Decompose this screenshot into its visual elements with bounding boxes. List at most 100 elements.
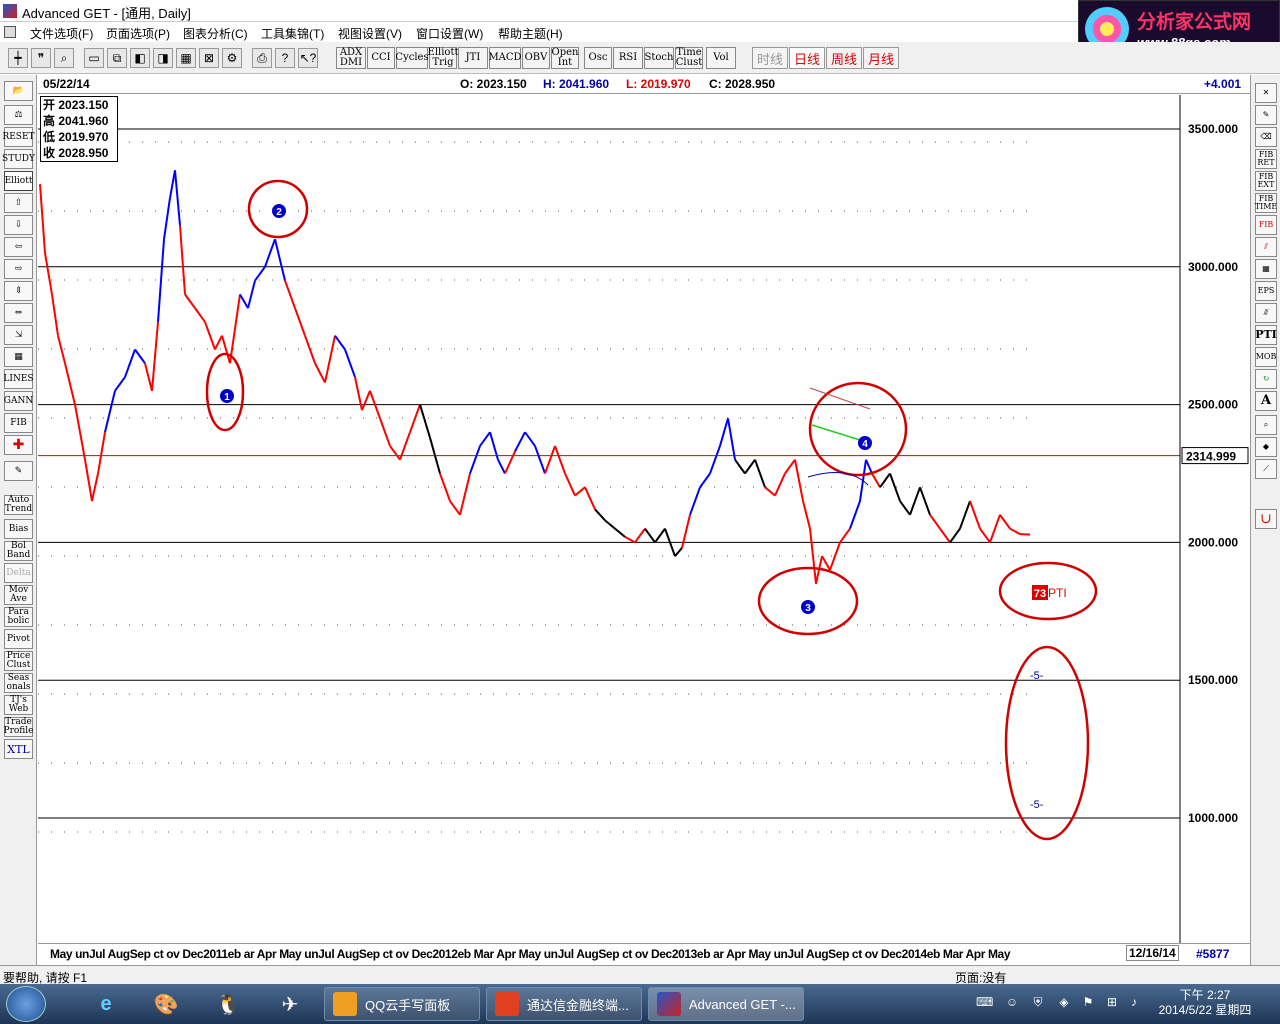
- security-icon[interactable]: ◈: [1056, 995, 1072, 1011]
- tool-tjs-web[interactable]: TJ's Web: [4, 695, 33, 715]
- tool-mob[interactable]: MOB: [1255, 347, 1277, 367]
- next-page-icon[interactable]: ◨: [153, 48, 173, 68]
- taskbar-app-qq-handwriting[interactable]: QQ云手写面板: [324, 987, 480, 1021]
- tool-bol-band[interactable]: Bol Band: [4, 541, 33, 561]
- paint-icon[interactable]: ◆: [1255, 437, 1277, 457]
- grid-icon[interactable]: ▦: [4, 347, 33, 367]
- bird-icon[interactable]: ✈: [264, 987, 316, 1021]
- crosshair-icon[interactable]: ✚: [4, 435, 33, 455]
- indicator-open-int[interactable]: Open Int: [551, 47, 579, 69]
- indicator-cci[interactable]: CCI: [367, 47, 395, 69]
- indicator-adx-dmi[interactable]: ADX DMI: [336, 47, 366, 69]
- pin-icon[interactable]: ┿: [8, 48, 28, 68]
- open-folder-icon[interactable]: 📂: [4, 81, 33, 101]
- taskbar-app-tdx[interactable]: 通达信金融终端...: [486, 987, 642, 1021]
- tool-gann[interactable]: GANN: [4, 391, 33, 411]
- indicator-macd[interactable]: MACD: [488, 47, 522, 69]
- indicator-obv[interactable]: OBV: [522, 47, 550, 69]
- tool-xtl[interactable]: XTL: [4, 739, 33, 759]
- magnify-icon[interactable]: ⌕: [1255, 415, 1277, 435]
- indicator-jti[interactable]: JTI: [458, 47, 488, 69]
- pencil-icon[interactable]: ✎: [1255, 105, 1277, 125]
- tool-trade-profile[interactable]: Trade Profile: [4, 717, 34, 737]
- copy-page-icon[interactable]: ⧉: [107, 48, 127, 68]
- tool-fib-circle[interactable]: FIB: [1255, 215, 1277, 235]
- menu-view[interactable]: 视图设置(V): [338, 25, 402, 42]
- clock[interactable]: 下午 2:27 2014/5/22 星期四: [1150, 988, 1260, 1018]
- expand-icon[interactable]: ⇔: [4, 303, 33, 323]
- print-icon[interactable]: ⎙: [252, 48, 272, 68]
- edit-icon[interactable]: ✎: [4, 461, 33, 481]
- period-hourly[interactable]: 时线: [752, 47, 788, 69]
- tool-seasonals[interactable]: Seas onals: [4, 673, 33, 693]
- arrow-down-icon[interactable]: ⇩: [4, 215, 33, 235]
- layout-icon[interactable]: ▦: [176, 48, 196, 68]
- quote-icon[interactable]: ❞: [31, 48, 51, 68]
- tool-reset[interactable]: RESET: [2, 127, 35, 147]
- indicator-elliott-trig[interactable]: Elliott Trig: [428, 47, 458, 69]
- qq-icon[interactable]: 🐧: [202, 987, 254, 1021]
- indicator-osc[interactable]: Osc: [584, 47, 612, 69]
- compress-icon[interactable]: ⇕: [4, 281, 33, 301]
- tool-elliott[interactable]: Elliott: [4, 171, 33, 191]
- document-icon[interactable]: [4, 26, 16, 38]
- network-icon[interactable]: ⊞: [1104, 995, 1120, 1011]
- tool-price-clust[interactable]: Price Clust: [4, 651, 33, 671]
- arrow-up-icon[interactable]: ⇧: [4, 193, 33, 213]
- price-chart[interactable]: 2 1 4 3 73 PTI -5- -5- 3500.000 3000.000 2500.000…: [38, 95, 1250, 943]
- paint-app-icon[interactable]: 🎨: [140, 987, 192, 1021]
- settings-page-icon[interactable]: ⚙: [222, 48, 242, 68]
- tool-delta[interactable]: Delta: [4, 563, 33, 583]
- prev-page-icon[interactable]: ◧: [130, 48, 150, 68]
- eraser-icon[interactable]: ⌫: [1255, 127, 1277, 147]
- tool-lines[interactable]: LINES: [3, 369, 34, 389]
- indicator-vol[interactable]: Vol: [706, 47, 736, 69]
- arrow-left-icon[interactable]: ⇦: [4, 237, 33, 257]
- tool-fib-ret[interactable]: FIB RET: [1255, 149, 1277, 169]
- volume-icon[interactable]: ♪: [1126, 995, 1142, 1011]
- scale-icon[interactable]: ⚖: [4, 105, 33, 125]
- menu-window[interactable]: 窗口设置(W): [416, 25, 483, 42]
- taskbar-app-advanced-get[interactable]: Advanced GET -...: [648, 987, 804, 1021]
- ruler-icon[interactable]: ⟋: [1255, 459, 1277, 479]
- channel-icon[interactable]: ⫻: [1255, 303, 1277, 323]
- flag-icon[interactable]: ⚑: [1080, 995, 1096, 1011]
- tool-text[interactable]: A: [1255, 391, 1277, 411]
- zoom-icon[interactable]: ⌕: [54, 48, 74, 68]
- qq-tray-icon[interactable]: ☺: [1004, 995, 1020, 1011]
- close-page-icon[interactable]: ⊠: [199, 48, 219, 68]
- cycle-icon[interactable]: ↻: [1255, 369, 1277, 389]
- table-icon[interactable]: ▦: [1255, 259, 1277, 279]
- menu-page[interactable]: 页面选项(P): [106, 25, 170, 42]
- indicator-cycles[interactable]: Cycles: [395, 47, 429, 69]
- help-icon[interactable]: ?: [275, 48, 295, 68]
- zoom-out-icon[interactable]: ⇲: [4, 325, 33, 345]
- tool-eps[interactable]: EPS: [1255, 281, 1277, 301]
- tool-fib-ext[interactable]: FIB EXT: [1255, 171, 1277, 191]
- tool-pivot[interactable]: Pivot: [4, 629, 33, 649]
- menu-help[interactable]: 帮助主题(H): [498, 25, 563, 42]
- tool-fib[interactable]: FIB: [4, 413, 33, 433]
- tool-fib-time[interactable]: FIB TIME: [1255, 193, 1277, 213]
- tool-auto-trend[interactable]: Auto Trend: [4, 495, 33, 515]
- close-x-icon[interactable]: ✕: [1255, 83, 1277, 103]
- ie-icon[interactable]: e: [80, 987, 132, 1021]
- context-help-icon[interactable]: ↖?: [298, 48, 318, 68]
- tool-pti[interactable]: PTI: [1255, 325, 1277, 345]
- tool-bias[interactable]: Bias: [4, 519, 33, 539]
- shield-icon[interactable]: ⛨: [1030, 995, 1046, 1011]
- tool-study[interactable]: STUDY: [2, 149, 35, 169]
- tool-mov-ave[interactable]: Mov Ave: [4, 585, 33, 605]
- arrow-right-icon[interactable]: ⇨: [4, 259, 33, 279]
- indicator-rsi[interactable]: RSI: [613, 47, 643, 69]
- start-button-icon[interactable]: [6, 986, 46, 1022]
- magnet-icon[interactable]: ∪: [1255, 509, 1277, 529]
- indicator-time-clust[interactable]: Time Clust: [675, 47, 703, 69]
- keyboard-icon[interactable]: ⌨: [976, 995, 993, 1011]
- fan-lines-icon[interactable]: ⫽: [1255, 237, 1277, 257]
- menu-file[interactable]: 文件选项(F): [30, 25, 93, 42]
- menu-tools[interactable]: 工具集锦(T): [261, 25, 324, 42]
- tool-parabolic[interactable]: Para bolic: [4, 607, 33, 627]
- period-daily[interactable]: 日线: [789, 47, 825, 69]
- period-weekly[interactable]: 周线: [826, 47, 862, 69]
